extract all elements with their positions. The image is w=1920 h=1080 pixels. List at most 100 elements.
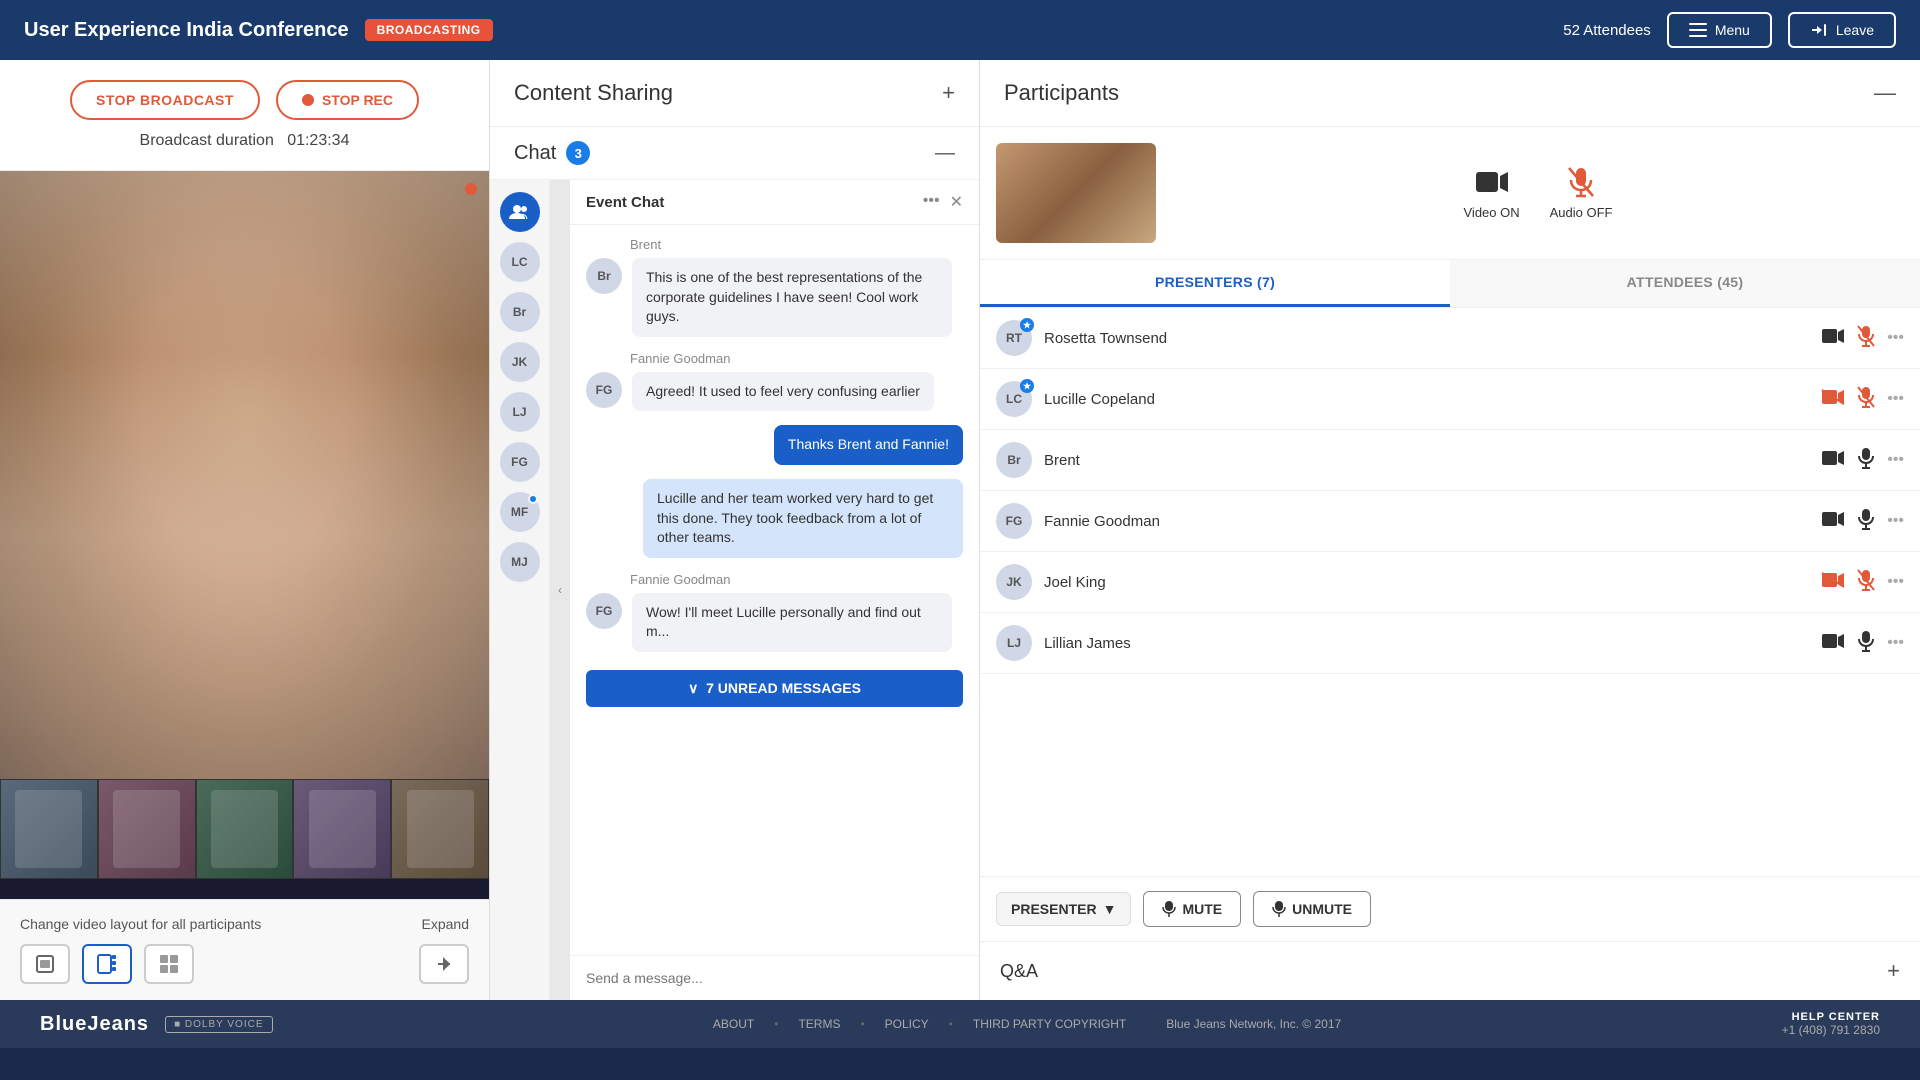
participant-avatar-br: Br: [996, 442, 1032, 478]
more-icon-lj[interactable]: •••: [1887, 634, 1904, 652]
thumbnail-5[interactable]: [391, 779, 489, 879]
msg-bubble-lucille-light: Lucille and her team worked very hard to…: [643, 479, 963, 558]
thumbnail-1[interactable]: [0, 779, 98, 879]
expand-arrow-icon: [435, 955, 453, 973]
footer-copyright: Blue Jeans Network, Inc. © 2017: [1166, 1017, 1341, 1031]
participant-avatar-fg: FG: [996, 503, 1032, 539]
layout-top: Change video layout for all participants…: [20, 916, 469, 932]
layout-speaker-icon: [96, 953, 118, 975]
help-center-label: HELP CENTER: [1782, 1011, 1880, 1023]
expand-button[interactable]: Expand: [422, 916, 469, 932]
participant-icons-lj: •••: [1821, 630, 1904, 657]
participant-name-jk: Joel King: [1044, 574, 1809, 591]
menu-icon: [1689, 23, 1707, 37]
stop-rec-button[interactable]: STOP REC: [276, 80, 419, 120]
broadcasting-badge: BROADCASTING: [365, 19, 493, 41]
video-icon-jk: [1821, 571, 1845, 594]
participant-row: FG Fannie Goodman •••: [980, 491, 1920, 552]
broadcast-duration: Broadcast duration 01:23:34: [140, 132, 350, 150]
host-audio-control: Audio OFF: [1550, 167, 1613, 220]
presenter-dropdown[interactable]: PRESENTER ▼: [996, 892, 1131, 926]
left-panel: STOP BROADCAST STOP REC Broadcast durati…: [0, 60, 490, 1000]
tab-attendees[interactable]: ATTENDEES (45): [1450, 260, 1920, 307]
mic-icon-jk: [1857, 569, 1875, 596]
own-message-lucille: Lucille and her team worked very hard to…: [586, 479, 963, 558]
msg-avatar-brent: Br: [586, 258, 622, 294]
participant-avatar-lc: LC ★: [996, 381, 1032, 417]
header-right: 52 Attendees Menu Leave: [1563, 12, 1896, 48]
more-icon-br[interactable]: •••: [1887, 451, 1904, 469]
host-video-thumbnail: [996, 143, 1156, 243]
thumbnail-3[interactable]: [196, 779, 294, 879]
footer-link-policy[interactable]: POLICY: [885, 1017, 929, 1031]
host-controls: Video ON Audio OFF: [1172, 167, 1904, 220]
participant-icons-br: •••: [1821, 447, 1904, 474]
layout-single-button[interactable]: [20, 944, 70, 984]
more-icon-fg[interactable]: •••: [1887, 512, 1904, 530]
event-chat-close-icon[interactable]: ✕: [950, 192, 963, 212]
sidebar-avatar-mj[interactable]: MJ: [500, 542, 540, 582]
stop-broadcast-button[interactable]: STOP BROADCAST: [70, 80, 260, 120]
sidebar-avatar-lc[interactable]: LC: [500, 242, 540, 282]
participants-list: RT ★ Rosetta Townsend ••• LC: [980, 308, 1920, 876]
mic-icon-fg: [1857, 508, 1875, 535]
menu-button[interactable]: Menu: [1667, 12, 1772, 48]
video-on-icon: [1472, 167, 1512, 197]
group-icon: [509, 201, 531, 223]
layout-grid-button[interactable]: [144, 944, 194, 984]
main-video: [0, 171, 489, 779]
attendees-count: 52 Attendees: [1563, 22, 1651, 39]
participant-avatar-jk: JK: [996, 564, 1032, 600]
message-sender-fannie2: Fannie Goodman: [586, 572, 963, 587]
chat-sidebar-event[interactable]: [500, 192, 540, 232]
message-sender-brent: Brent: [586, 237, 963, 252]
sidebar-avatar-jk[interactable]: JK: [500, 342, 540, 382]
chat-collapse-arrow[interactable]: ‹: [550, 180, 570, 1000]
chat-title: Chat: [514, 142, 556, 165]
tab-presenters[interactable]: PRESENTERS (7): [980, 260, 1450, 307]
content-sharing-title: Content Sharing: [514, 80, 673, 106]
add-content-icon[interactable]: +: [942, 80, 955, 106]
footer-links: ABOUT • TERMS • POLICY • THIRD PARTY COP…: [273, 1017, 1782, 1031]
thumbnail-2[interactable]: [98, 779, 196, 879]
chat-collapse-icon[interactable]: —: [935, 142, 955, 165]
layout-speaker-button[interactable]: [82, 944, 132, 984]
participant-row: RT ★ Rosetta Townsend •••: [980, 308, 1920, 369]
sidebar-avatar-fg[interactable]: FG: [500, 442, 540, 482]
star-badge-rt: ★: [1020, 318, 1034, 332]
right-panel: Participants — Video ON: [980, 60, 1920, 1000]
star-badge-lc: ★: [1020, 379, 1034, 393]
message-sender-fannie1: Fannie Goodman: [586, 351, 963, 366]
participant-name-fg: Fannie Goodman: [1044, 513, 1809, 530]
qa-section: Q&A +: [980, 941, 1920, 1000]
unread-messages-banner[interactable]: ∨ 7 UNREAD MESSAGES: [586, 670, 963, 707]
footer-link-terms[interactable]: TERMS: [798, 1017, 840, 1031]
participants-footer: PRESENTER ▼ MUTE UNMUTE: [980, 876, 1920, 941]
more-icon-jk[interactable]: •••: [1887, 573, 1904, 591]
sidebar-avatar-mf[interactable]: MF: [500, 492, 540, 532]
chat-badge: 3: [566, 141, 590, 165]
unmute-button[interactable]: UNMUTE: [1253, 891, 1371, 927]
leave-button[interactable]: Leave: [1788, 12, 1896, 48]
event-chat-header: Event Chat ••• ✕: [570, 180, 979, 225]
sidebar-avatar-br[interactable]: Br: [500, 292, 540, 332]
more-icon-lc[interactable]: •••: [1887, 390, 1904, 408]
more-icon-rt[interactable]: •••: [1887, 329, 1904, 347]
help-phone: +1 (408) 791 2830: [1782, 1023, 1880, 1037]
qa-title: Q&A: [1000, 961, 1038, 982]
thumbnail-4[interactable]: [293, 779, 391, 879]
mute-button[interactable]: MUTE: [1143, 891, 1241, 927]
center-panel: Content Sharing + Chat 3 —: [490, 60, 980, 1000]
msg-bubble-fannie1: Agreed! It used to feel very confusing e…: [632, 372, 934, 412]
message-group-fannie1: Fannie Goodman FG Agreed! It used to fee…: [586, 351, 963, 412]
leave-icon: [1810, 23, 1828, 37]
footer-link-thirdparty[interactable]: THIRD PARTY COPYRIGHT: [973, 1017, 1126, 1031]
layout-expand-arrow-button[interactable]: [419, 944, 469, 984]
chat-input[interactable]: [586, 970, 963, 986]
footer-link-about[interactable]: ABOUT: [713, 1017, 754, 1031]
sidebar-avatar-lj[interactable]: LJ: [500, 392, 540, 432]
event-chat-more-icon[interactable]: •••: [923, 192, 940, 212]
qa-add-icon[interactable]: +: [1887, 958, 1900, 984]
layout-single-icon: [34, 953, 56, 975]
participants-collapse-icon[interactable]: —: [1874, 80, 1896, 106]
